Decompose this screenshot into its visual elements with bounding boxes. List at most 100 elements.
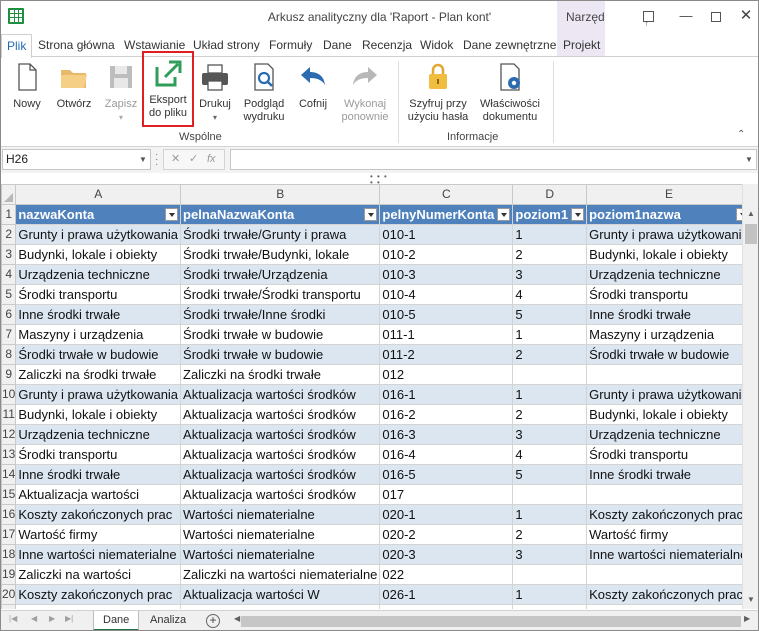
table-cell[interactable] [512, 364, 588, 385]
table-cell[interactable]: 026-2 [379, 604, 514, 609]
print-button[interactable]: Drukuj ▾ [196, 59, 234, 127]
table-cell[interactable]: Inne środki trwałe [15, 464, 182, 485]
table-cell[interactable]: Inne wartości niematerialne [15, 544, 182, 565]
encrypt-button[interactable]: Szyfruj przy użyciu hasła [405, 59, 471, 127]
table-cell[interactable]: 4 [512, 284, 588, 305]
column-header[interactable]: D [512, 184, 588, 205]
table-cell[interactable]: 5 [512, 464, 588, 485]
table-cell[interactable]: Wartość firmy [15, 604, 182, 609]
tab-dane[interactable]: Dane [318, 34, 357, 57]
row-header[interactable]: 10 [1, 384, 17, 405]
table-cell[interactable]: Koszty zakończonych prac [586, 504, 742, 525]
table-cell[interactable]: Środki trwałe w budowie [15, 344, 182, 365]
last-sheet-icon[interactable]: ▶| [65, 614, 73, 623]
table-cell[interactable]: 016-4 [379, 444, 514, 465]
document-properties-button[interactable]: Właściwości dokumentu [476, 59, 544, 127]
insert-function-icon[interactable]: fx [207, 150, 216, 169]
tab-dane-zewnetrzne[interactable]: Dane zewnętrzne [458, 34, 561, 57]
table-cell[interactable]: Budynki, lokale i obiekty [15, 244, 182, 265]
table-cell[interactable]: 026-1 [379, 584, 514, 605]
table-cell[interactable]: Koszty zakończonych prac [15, 504, 182, 525]
scroll-right-icon[interactable]: ▶ [744, 614, 750, 623]
table-cell[interactable]: Środki transportu [15, 284, 182, 305]
table-cell[interactable]: Wartości niematerialne [180, 524, 381, 545]
table-cell[interactable]: Budynki, lokale i obiekty [586, 244, 742, 265]
table-cell[interactable]: Aktualizacja wartości środków [180, 464, 381, 485]
row-header[interactable]: 17 [1, 524, 17, 545]
table-header-cell[interactable]: pelnyNumerKonta [379, 204, 514, 225]
filter-dropdown-icon[interactable] [165, 208, 179, 221]
column-header[interactable]: B [180, 184, 381, 205]
table-header-cell[interactable]: poziom1nazwa [586, 204, 742, 225]
table-cell[interactable] [586, 364, 742, 385]
table-cell[interactable]: 1 [512, 504, 588, 525]
table-cell[interactable]: 016-2 [379, 404, 514, 425]
table-cell[interactable]: Aktualizacja wartości środków [180, 424, 381, 445]
table-cell[interactable]: Środki transportu [586, 444, 742, 465]
table-cell[interactable]: Środki transportu [586, 284, 742, 305]
minimize-button[interactable]: — [671, 1, 701, 31]
table-cell[interactable]: Środki trwałe/Budynki, lokale [180, 244, 381, 265]
table-cell[interactable]: 010-1 [379, 224, 514, 245]
table-cell[interactable]: Grunty i prawa użytkowania [586, 224, 742, 245]
table-cell[interactable]: 3 [512, 264, 588, 285]
table-cell[interactable]: 1 [512, 584, 588, 605]
table-cell[interactable]: Urządzenia techniczne [15, 264, 182, 285]
table-cell[interactable]: Zaliczki na środki trwałe [180, 364, 381, 385]
table-cell[interactable]: Środki trwałe/Urządzenia [180, 264, 381, 285]
table-cell[interactable]: Aktualizacja wartości W [180, 604, 381, 609]
table-cell[interactable]: 011-2 [379, 344, 514, 365]
table-cell[interactable]: Inne środki trwałe [586, 304, 742, 325]
table-cell[interactable]: 016-1 [379, 384, 514, 405]
table-cell[interactable]: Maszyny i urządzenia [586, 324, 742, 345]
maximize-button[interactable] [701, 1, 731, 31]
tab-strona-glowna[interactable]: Strona główna [33, 34, 120, 57]
column-header[interactable]: E [586, 184, 742, 205]
table-cell[interactable]: 011-1 [379, 324, 514, 345]
scroll-down-icon[interactable]: ▼ [743, 592, 758, 608]
spreadsheet-grid[interactable]: A B C D E F 1 nazwaKonta pelnaNazwaKonta… [1, 184, 742, 609]
row-header[interactable]: 6 [1, 304, 17, 325]
table-cell[interactable]: 010-3 [379, 264, 514, 285]
save-button[interactable]: Zapisz ▾ [100, 59, 142, 127]
table-cell[interactable]: 016-3 [379, 424, 514, 445]
undo-button[interactable]: Cofnij [293, 59, 333, 127]
scroll-left-icon[interactable]: ◀ [234, 614, 240, 623]
table-cell[interactable]: 2 [512, 604, 588, 609]
table-cell[interactable]: Koszty zakończonych prac [586, 584, 742, 605]
table-cell[interactable]: Koszty zakończonych prac [15, 584, 182, 605]
table-cell[interactable]: Środki trwałe/Środki transportu [180, 284, 381, 305]
row-header[interactable]: 15 [1, 484, 17, 505]
row-header[interactable]: 11 [1, 404, 17, 425]
horizontal-scroll-thumb[interactable] [241, 616, 741, 627]
table-cell[interactable]: 1 [512, 384, 588, 405]
table-cell[interactable]: Inne środki trwałe [586, 464, 742, 485]
row-header[interactable]: 14 [1, 464, 17, 485]
table-cell[interactable]: Aktualizacja wartości [15, 484, 182, 505]
table-cell[interactable]: 016-5 [379, 464, 514, 485]
close-button[interactable]: ✕ [731, 1, 758, 31]
table-cell[interactable]: Środki trwałe w budowie [180, 344, 381, 365]
row-header[interactable]: 4 [1, 264, 17, 285]
table-cell[interactable]: Środki trwałe w budowie [180, 324, 381, 345]
scroll-up-icon[interactable]: ▲ [743, 206, 758, 222]
table-cell[interactable]: Grunty i prawa użytkowania [15, 384, 182, 405]
vertical-scroll-thumb[interactable] [745, 224, 757, 244]
table-cell[interactable]: Środki transportu [15, 444, 182, 465]
table-cell[interactable]: 020-2 [379, 524, 514, 545]
row-header[interactable]: 1 [1, 204, 17, 225]
table-header-cell[interactable]: nazwaKonta [15, 204, 182, 225]
table-cell[interactable]: 2 [512, 404, 588, 425]
prev-sheet-icon[interactable]: ◀ [31, 614, 37, 623]
table-cell[interactable]: 020-1 [379, 504, 514, 525]
expand-formula-icon[interactable]: ▼ [742, 150, 756, 169]
table-cell[interactable]: Budynki, lokale i obiekty [15, 404, 182, 425]
table-cell[interactable]: Aktualizacja wartości W [180, 584, 381, 605]
table-cell[interactable]: Zaliczki na środki trwałe [15, 364, 182, 385]
table-cell[interactable]: 2 [512, 244, 588, 265]
table-cell[interactable]: Wartość firmy [15, 524, 182, 545]
table-cell[interactable]: 1 [512, 324, 588, 345]
row-header[interactable]: 12 [1, 424, 17, 445]
first-sheet-icon[interactable]: |◀ [9, 614, 17, 623]
formula-input[interactable]: ▼ [230, 149, 757, 170]
